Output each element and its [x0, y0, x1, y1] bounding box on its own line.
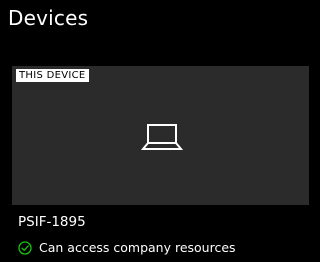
laptop-icon	[141, 124, 183, 150]
device-tile[interactable]: THIS DEVICE	[12, 66, 309, 205]
device-status: Can access company resources	[18, 239, 236, 257]
page-title: Devices	[8, 6, 89, 30]
device-status-text: Can access company resources	[39, 240, 236, 255]
check-circle-icon	[18, 241, 32, 255]
device-name: PSIF-1895	[18, 214, 86, 230]
this-device-badge: THIS DEVICE	[16, 69, 89, 82]
